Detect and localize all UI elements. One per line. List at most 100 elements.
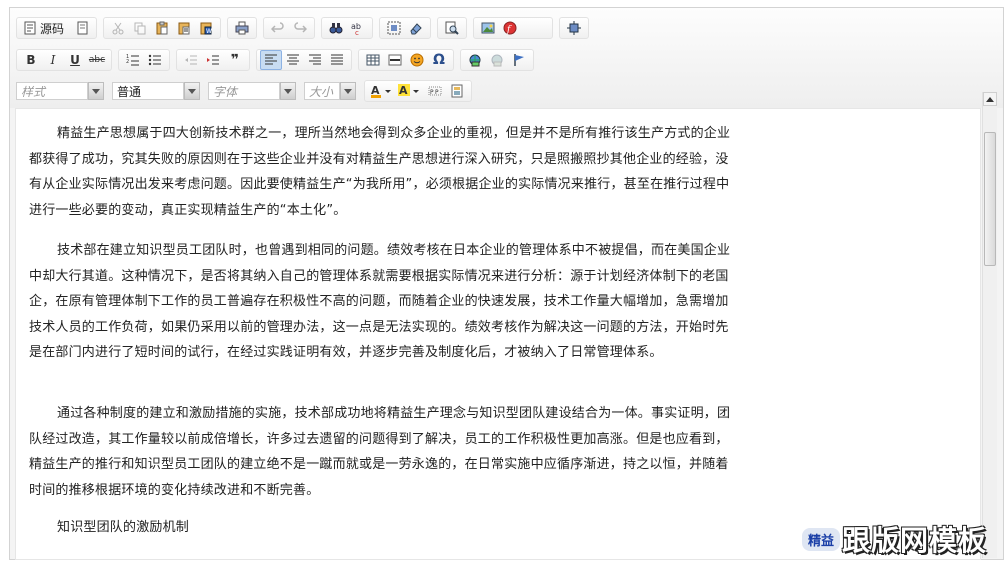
horizontal-rule-button[interactable] xyxy=(384,50,406,70)
toolbar-group-history xyxy=(263,17,316,39)
style-combo-value: 样式 xyxy=(16,82,88,100)
source-icon xyxy=(24,21,36,35)
italic-icon: I xyxy=(50,53,56,67)
watermark-chip: 精益 xyxy=(802,527,841,551)
anchor-button[interactable] xyxy=(508,50,530,70)
maximize-button[interactable] xyxy=(563,18,585,38)
svg-text:P: P xyxy=(435,89,439,96)
numbered-list-button[interactable]: 12 xyxy=(122,50,144,70)
toolbar-row-1: 源码 W ab c f xyxy=(16,16,595,40)
clipboard-icon xyxy=(156,21,168,35)
outdent-button[interactable] xyxy=(180,50,202,70)
align-left-button[interactable] xyxy=(260,50,282,70)
source-button[interactable]: 源码 xyxy=(20,18,71,38)
undo-icon xyxy=(271,22,284,33)
toolbar-row-2: B I U abc 12 ❞ Ω xyxy=(16,48,540,72)
copy-button[interactable] xyxy=(129,18,151,38)
format-combo[interactable]: 普通 xyxy=(112,81,200,101)
toolbar-group-indent: ❞ xyxy=(176,49,250,71)
toolbar-group-basicstyles: B I U abc xyxy=(16,49,112,71)
toolbar-group-print xyxy=(227,17,258,39)
svg-text:W: W xyxy=(206,28,212,35)
paste-word-button[interactable]: W xyxy=(195,18,217,38)
style-combo[interactable]: 样式 xyxy=(16,81,104,101)
svg-text:c: c xyxy=(355,29,359,35)
bold-icon: B xyxy=(26,53,36,67)
document-icon xyxy=(77,21,88,35)
undo-button[interactable] xyxy=(267,18,289,38)
align-right-button[interactable] xyxy=(304,50,326,70)
omega-icon: Ω xyxy=(433,52,445,68)
underline-button[interactable]: U xyxy=(64,50,86,70)
indent-icon xyxy=(207,55,219,65)
replace-button[interactable]: ab c xyxy=(347,18,369,38)
format-combo-value: 普通 xyxy=(112,82,184,100)
table-button[interactable] xyxy=(362,50,384,70)
special-char-button[interactable]: Ω xyxy=(428,50,450,70)
preview-page-button[interactable] xyxy=(441,18,463,38)
toolbar-group-find: ab c xyxy=(321,17,374,39)
toolbar-group-spell xyxy=(437,17,468,39)
align-center-button[interactable] xyxy=(282,50,304,70)
unlink-button[interactable] xyxy=(486,50,508,70)
text-color-icon: A xyxy=(371,84,391,98)
find-button[interactable] xyxy=(325,18,347,38)
paste-text-button[interactable] xyxy=(173,18,195,38)
strikethrough-icon: abc xyxy=(88,55,106,65)
redo-button[interactable] xyxy=(289,18,311,38)
italic-button[interactable]: I xyxy=(42,50,64,70)
bold-button[interactable]: B xyxy=(20,50,42,70)
blockquote-button[interactable]: ❞ xyxy=(224,50,246,70)
font-size-combo[interactable]: 大小 xyxy=(304,81,356,101)
flash-icon: f xyxy=(503,21,517,35)
toolbar-group-clipboard: W xyxy=(103,17,222,39)
align-justify-button[interactable] xyxy=(326,50,348,70)
quote-icon: ❞ xyxy=(230,52,240,68)
content-paragraph-4[interactable]: 知识型团队的激励机制 xyxy=(29,515,735,541)
chevron-down-icon xyxy=(184,82,200,100)
toolbar-group-document: 源码 xyxy=(16,17,98,39)
content-paragraph-1[interactable]: 精益生产思想属于四大创新技术群之一，理所当然地会得到众多企业的重视，但是并不是所… xyxy=(29,121,735,223)
remove-format-button[interactable] xyxy=(405,18,427,38)
paste-button[interactable] xyxy=(151,18,173,38)
image-button[interactable] xyxy=(477,18,499,38)
toolbar-group-links xyxy=(460,49,534,71)
templates-button[interactable] xyxy=(446,81,468,101)
copy-icon xyxy=(134,22,146,35)
bulleted-list-button[interactable] xyxy=(144,50,166,70)
preview-button[interactable] xyxy=(71,18,93,38)
redo-icon xyxy=(294,22,308,33)
templates-icon xyxy=(451,84,463,98)
flash-button[interactable]: f xyxy=(499,18,521,38)
text-color-button[interactable]: A xyxy=(368,81,396,101)
indent-button[interactable] xyxy=(202,50,224,70)
print-button[interactable] xyxy=(231,18,253,38)
editor-content-area[interactable]: 精益生产思想属于四大创新技术群之一，理所当然地会得到众多企业的重视，但是并不是所… xyxy=(15,108,981,560)
chevron-down-icon xyxy=(88,82,104,100)
scrollbar-thumb[interactable] xyxy=(984,132,996,266)
toolbar-group-select xyxy=(379,17,432,39)
svg-text:2: 2 xyxy=(126,59,129,65)
content-paragraph-2[interactable]: 技术部在建立知识型员工团队时，也曾遇到相同的问题。绩效考核在日本企业的管理体系中… xyxy=(29,238,735,366)
cut-button[interactable] xyxy=(107,18,129,38)
background-color-button[interactable]: A xyxy=(396,81,424,101)
link-button[interactable] xyxy=(464,50,486,70)
watermark-logo: 精益 跟版网模板 xyxy=(802,520,1002,558)
vertical-scrollbar[interactable] xyxy=(982,92,997,558)
align-justify-icon xyxy=(331,54,343,65)
content-paragraph-3[interactable]: 通过各种制度的建立和激励措施的实施，技术部成功地将精益生产理念与知识型团队建设结… xyxy=(29,401,735,503)
scroll-up-arrow-icon[interactable] xyxy=(983,92,997,106)
toolbar-row-3: 样式 普通 字体 大小 A A P P xyxy=(16,79,478,103)
source-label: 源码 xyxy=(40,21,65,36)
binoculars-icon xyxy=(329,23,343,34)
strike-button[interactable]: abc xyxy=(86,50,108,70)
magnifier-page-icon xyxy=(445,21,459,35)
smiley-button[interactable] xyxy=(406,50,428,70)
maximize-icon xyxy=(567,21,582,35)
select-all-button[interactable] xyxy=(383,18,405,38)
show-blocks-button[interactable]: PP xyxy=(424,81,446,101)
toolbar-group-fullscreen xyxy=(559,17,590,39)
printer-icon xyxy=(235,21,249,35)
font-combo[interactable]: 字体 xyxy=(208,81,296,101)
eraser-icon xyxy=(410,23,422,35)
